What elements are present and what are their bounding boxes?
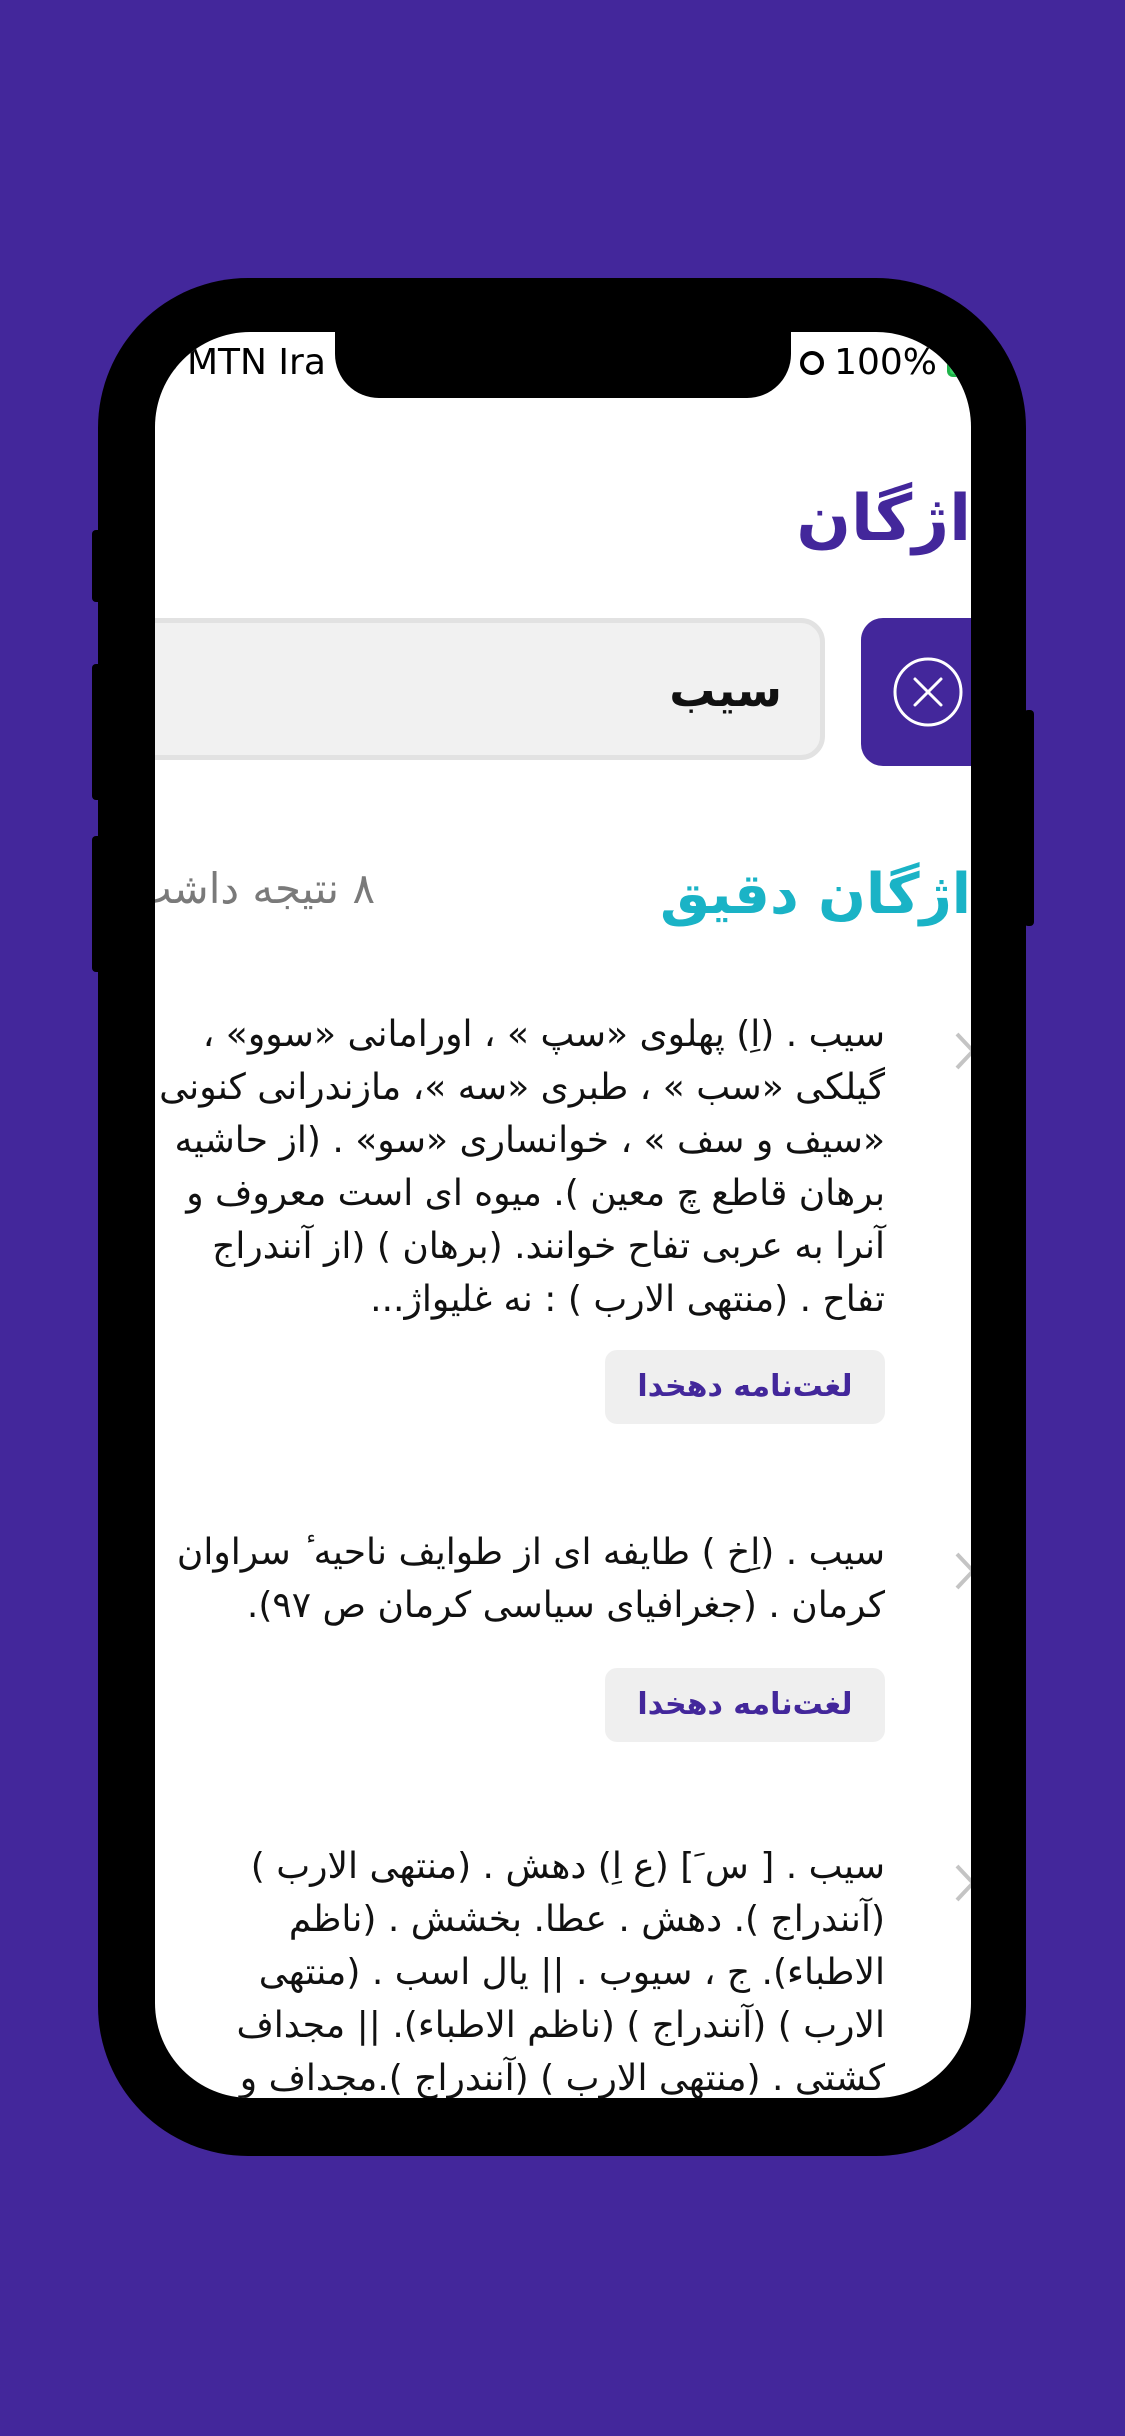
entry-line: سیب . (اِ) پهلوی «سپ » ، اورامانی «سوو» … <box>202 1014 885 1055</box>
entry-line: تفاح . (منتهی الارب ) : نه غلیواژ... <box>370 1279 885 1320</box>
source-button[interactable]: لغت‌نامه دهخدا <box>605 1668 885 1742</box>
entry-line: الارب ) (آنندراج ) (ناظم الاطباء). || مج… <box>236 2005 885 2046</box>
section-title: اژگان دقیق <box>659 862 971 927</box>
volume-up-button <box>92 664 102 800</box>
close-circle-icon <box>893 657 963 727</box>
carrier-label: MTN Ira <box>187 342 326 383</box>
entry-line: کرمان . (جغرافیای سیاسی کرمان ص ۹۷). <box>246 1585 885 1626</box>
entry-definition[interactable]: سیب . (اِخ ) طایفه ای از طوایف ناحیه ٔ س… <box>155 1526 885 1632</box>
clear-search-button[interactable] <box>861 618 971 766</box>
background: MTN Ira 100% اژگان اژگان دقیق ۸ نتیجه دا… <box>0 0 1125 2436</box>
battery-percent: 100% <box>834 342 937 383</box>
entry-line: «سیف و سف » ، خوانساری «سو» . (از حاشیه <box>174 1120 885 1161</box>
signal-icon <box>163 357 177 371</box>
carrier-status: MTN Ira <box>163 342 326 383</box>
entry-line: برهان قاطع چ معین ). میوه ای است معروف و <box>186 1173 885 1214</box>
battery-status: 100% <box>800 342 971 383</box>
entry-definition[interactable]: سیب . [ س َ] (ع اِ) دهش . (منتهی الارب )… <box>155 1840 885 2098</box>
alarm-icon <box>800 350 825 375</box>
entry-line: کشتی . (منتهی الارب ) (آنندراج ).مجداف و <box>239 2058 885 2098</box>
page-title: اژگان <box>796 482 971 556</box>
mute-switch <box>92 530 102 602</box>
source-button[interactable]: لغت‌نامه دهخدا <box>605 1350 885 1424</box>
app-screen: MTN Ira 100% اژگان اژگان دقیق ۸ نتیجه دا… <box>155 332 971 2098</box>
entry-line: آنرا به عربی تفاح خوانند. (برهان ) (از آ… <box>212 1226 885 1267</box>
chevron-right-icon[interactable] <box>955 1552 971 1590</box>
search-box[interactable] <box>155 618 825 760</box>
chevron-right-icon[interactable] <box>955 1864 971 1902</box>
entry-line: سیب . (اِخ ) طایفه ای از طوایف ناحیه ٔ س… <box>176 1532 885 1573</box>
notch <box>335 332 791 398</box>
entry-line: الاطباء). ج ، سیوب . || یال اسب . (منتهی <box>258 1952 885 1993</box>
entry-line: سیب . [ س َ] (ع اِ) دهش . (منتهی الارب ) <box>250 1846 885 1887</box>
entry-definition[interactable]: سیب . (اِ) پهلوی «سپ » ، اورامانی «سوو» … <box>155 1008 885 1326</box>
entry-line: (آنندراج ). دهش . عطا. بخشش . (ناظم <box>288 1899 885 1940</box>
entry-line: گیلکی «سب » ، طبری «سه »، مازندرانی کنون… <box>159 1067 885 1108</box>
battery-icon <box>947 348 971 377</box>
chevron-right-icon[interactable] <box>955 1032 971 1070</box>
volume-down-button <box>92 836 102 972</box>
result-count: ۸ نتیجه داشت <box>155 864 375 913</box>
power-button <box>1024 710 1034 926</box>
search-input[interactable] <box>180 623 784 757</box>
